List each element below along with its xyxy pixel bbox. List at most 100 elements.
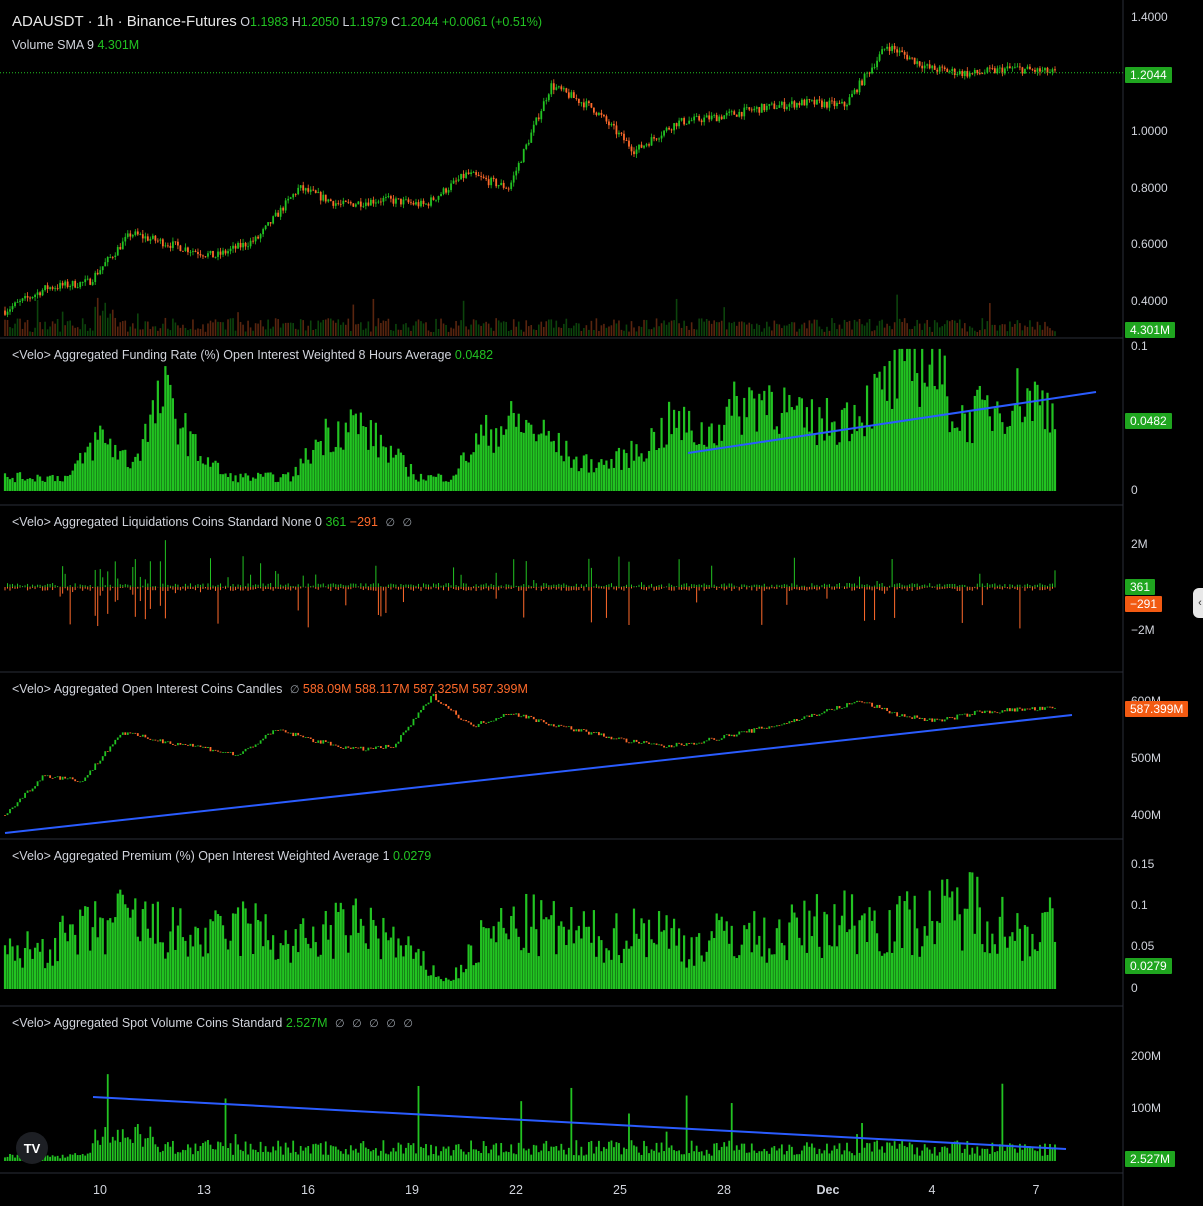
volume-bar (129, 326, 132, 336)
liq-long-bar (771, 584, 773, 587)
liq-short-bar (949, 587, 951, 588)
volume-bar (329, 318, 332, 336)
liq-short-bar (859, 587, 861, 589)
oi-candle (841, 708, 843, 709)
price-candle (159, 239, 162, 241)
volume-bar (377, 318, 380, 336)
price-candle (633, 151, 635, 155)
liq-short-bar (59, 587, 61, 597)
spot-volume-bar (695, 1145, 698, 1161)
liq-short-bar (1049, 587, 1051, 591)
liq-short-bar (525, 587, 527, 591)
spot-volume-bar (1003, 1150, 1006, 1161)
price-candle (289, 197, 292, 199)
funding-bar (33, 481, 37, 491)
volume-bar (214, 319, 217, 336)
tradingview-logo-icon[interactable]: TV (16, 1132, 48, 1164)
liq-short-bar (766, 587, 768, 590)
spot-volume-bar (968, 1154, 971, 1161)
funding-bar (374, 422, 377, 491)
volume-bar (520, 329, 523, 336)
price-candle (856, 89, 858, 93)
oi-candle (668, 745, 670, 748)
liq-short-bar (781, 587, 783, 589)
premium-bar (96, 937, 99, 989)
volume-bar (798, 328, 801, 336)
oi-candle (838, 706, 841, 709)
funding-label[interactable]: <Velo> Aggregated Funding Rate (%) Open … (12, 348, 451, 362)
premium-bar (317, 956, 320, 989)
price-candle (888, 46, 891, 52)
spot-volume-bar (993, 1152, 996, 1161)
funding-bar (637, 456, 641, 491)
liq-label[interactable]: <Velo> Aggregated Liquidations Coins Sta… (12, 515, 322, 529)
premium-bar (625, 940, 628, 989)
price-candle (410, 202, 412, 204)
funding-bar (620, 469, 623, 491)
price-candle (460, 173, 462, 180)
price-candle (976, 69, 979, 74)
volume-bar (362, 329, 365, 336)
liq-short-bar (127, 587, 129, 588)
spot-volume-bar (392, 1147, 395, 1161)
oi-candle (354, 747, 357, 748)
volume-bar (723, 307, 726, 336)
funding-bar (916, 373, 919, 491)
liq-short-bar (1019, 587, 1021, 629)
spot-volume-bar (267, 1151, 270, 1161)
volume-bar (956, 322, 959, 336)
premium-bar (1051, 908, 1054, 989)
liq-long-bar (425, 584, 427, 587)
volume-label[interactable]: Volume SMA 9 (12, 38, 94, 52)
liq-long-bar (751, 585, 753, 587)
liq-short-bar (478, 587, 480, 588)
price-candle (740, 111, 743, 117)
funding-bar (171, 398, 174, 491)
price-candle (943, 67, 946, 70)
premium-bar (477, 962, 480, 989)
funding-bar (785, 412, 788, 491)
volume-bar (26, 319, 29, 336)
oi-candle (254, 744, 257, 747)
price-candle (603, 114, 605, 117)
premium-bar (174, 949, 177, 989)
price-candle (101, 266, 104, 271)
oi-candle (770, 726, 773, 728)
volume-bar (668, 322, 670, 336)
funding-bar (76, 460, 79, 491)
oi-candle (816, 714, 818, 716)
volume-bar (683, 320, 685, 336)
oi-candle (502, 714, 505, 717)
oi-candle (643, 741, 645, 744)
collapse-chevron-icon[interactable]: ‹ (1193, 588, 1203, 618)
volume-bar (1041, 329, 1044, 336)
liq-long-bar (495, 572, 497, 587)
premium-label[interactable]: <Velo> Aggregated Premium (%) Open Inter… (12, 849, 390, 863)
oi-high: 588.117M (355, 682, 410, 696)
premium-bar (863, 913, 866, 989)
liq-long-bar (821, 585, 823, 587)
main-legend: ADAUSDT · 1h · Binance-Futures O1.1983 H… (12, 13, 542, 30)
funding-bar (597, 462, 601, 491)
liq-short-bar (843, 587, 845, 590)
liq-long-bar (668, 583, 670, 587)
price-candle (831, 100, 833, 102)
liq-long-bar (540, 585, 542, 587)
volume-bar (908, 329, 911, 336)
volume-bar (653, 327, 655, 336)
funding-bar (399, 452, 403, 491)
oi-candle (507, 714, 510, 715)
spot-volume-bar (723, 1142, 726, 1161)
oi-label[interactable]: <Velo> Aggregated Open Interest Coins Ca… (12, 682, 282, 696)
volume-bar (452, 328, 455, 336)
spot-volume-bar (783, 1154, 786, 1161)
liq-short-bar (976, 587, 978, 590)
spot-volume-bar (973, 1153, 976, 1161)
symbol-title[interactable]: ADAUSDT · 1h · Binance-Futures (12, 13, 237, 30)
funding-bar (244, 473, 247, 491)
liq-long-bar (1051, 583, 1053, 587)
volume-bar (272, 326, 274, 336)
spot-label[interactable]: <Velo> Aggregated Spot Volume Coins Stan… (12, 1016, 282, 1030)
funding-bar (417, 481, 420, 491)
spot-volume-bar (207, 1140, 209, 1161)
